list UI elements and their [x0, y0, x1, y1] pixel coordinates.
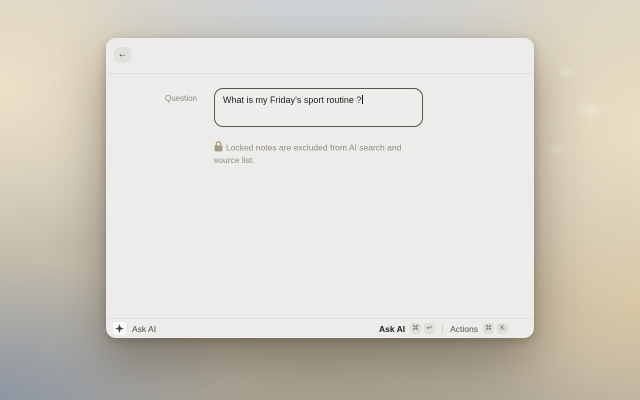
return-key-badge: ↵ — [424, 323, 435, 334]
locked-notes-hint: Locked notes are excluded from AI search… — [214, 141, 427, 166]
ask-ai-command-icon — [113, 322, 126, 335]
ask-ai-submit-button[interactable]: Ask AI ⌘ ↵ — [379, 323, 435, 334]
window-footer: Ask AI Ask AI ⌘ ↵ Actions ⌘ K — [106, 318, 534, 338]
desktop-background: ← Question What is my Friday’s sport rou… — [0, 0, 640, 400]
footer-command-label: Ask AI — [132, 324, 156, 334]
window-header: ← — [106, 38, 534, 74]
ask-ai-dialog: ← Question What is my Friday’s sport rou… — [106, 38, 534, 338]
question-input[interactable]: What is my Friday’s sport routine ? — [214, 88, 423, 127]
k-key-badge: K — [497, 323, 508, 334]
command-key-badge: ⌘ — [483, 323, 494, 334]
footer-divider — [442, 324, 443, 334]
actions-menu-button[interactable]: Actions ⌘ K — [450, 323, 508, 334]
lock-icon — [214, 141, 223, 152]
ask-ai-submit-label: Ask AI — [379, 324, 405, 334]
footer-actions: Ask AI ⌘ ↵ Actions ⌘ K — [379, 323, 508, 334]
back-arrow-icon: ← — [118, 50, 128, 60]
back-button[interactable]: ← — [114, 47, 131, 63]
command-key-badge: ⌘ — [410, 323, 421, 334]
question-input-value: What is my Friday’s sport routine ? — [223, 95, 361, 105]
locked-notes-hint-text: Locked notes are excluded from AI search… — [214, 143, 401, 165]
sparkle-icon — [115, 324, 124, 333]
footer-command: Ask AI — [113, 322, 156, 335]
question-label: Question — [106, 94, 197, 103]
text-cursor — [362, 95, 363, 104]
actions-menu-label: Actions — [450, 324, 478, 334]
